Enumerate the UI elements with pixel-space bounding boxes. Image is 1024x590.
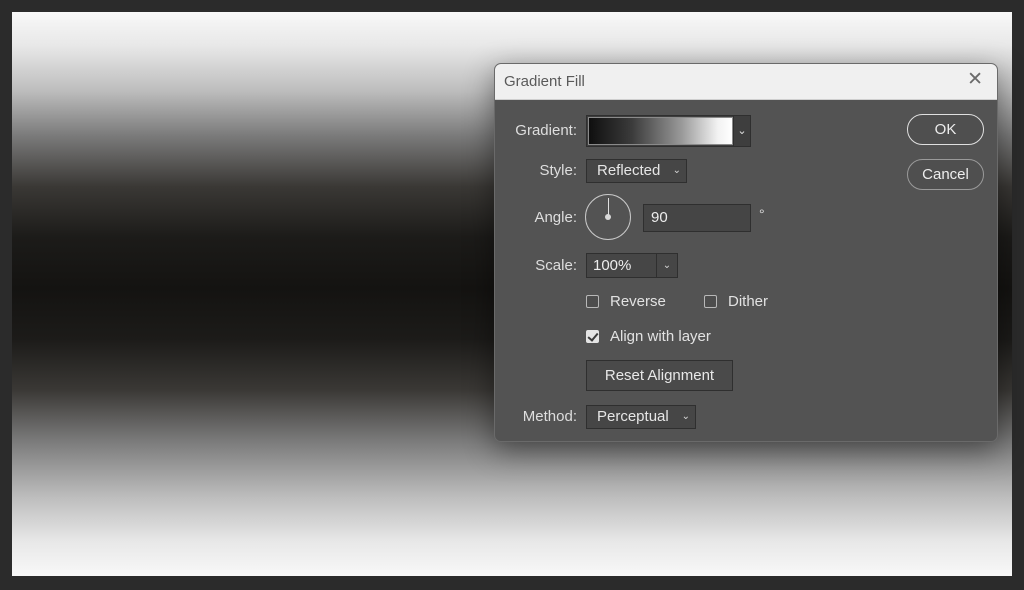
dialog-titlebar[interactable]: Gradient Fill ✕ (495, 64, 997, 100)
scale-label: Scale: (535, 257, 577, 274)
reverse-checkbox[interactable] (586, 295, 599, 308)
reverse-label: Reverse (610, 293, 666, 310)
close-icon[interactable]: ✕ (967, 70, 983, 90)
reset-alignment-button[interactable]: Reset Alignment (586, 360, 733, 391)
method-value: Perceptual (597, 408, 669, 425)
dialog-title: Gradient Fill (504, 73, 585, 90)
angle-dial[interactable] (585, 194, 631, 240)
style-dropdown[interactable]: Reflected ⌄ (586, 159, 687, 183)
dither-label: Dither (728, 293, 769, 310)
gradient-fill-dialog: Gradient Fill ✕ Gradient: ⌄ Style: Refle… (494, 63, 998, 442)
style-label: Style: (539, 162, 577, 179)
ok-button[interactable]: OK (907, 114, 984, 145)
method-label: Method: (522, 408, 577, 425)
gradient-swatch[interactable] (588, 117, 733, 145)
reverse-option[interactable]: Reverse (586, 293, 666, 310)
scale-input[interactable]: 100% (593, 255, 631, 276)
dither-option[interactable]: Dither (704, 293, 768, 310)
align-with-layer-checkbox[interactable] (586, 330, 599, 343)
chevron-down-icon[interactable]: ⌄ (656, 254, 677, 277)
app-window: Gradient Fill ✕ Gradient: ⌄ Style: Refle… (0, 0, 1024, 590)
scale-combo[interactable]: 100% ⌄ (586, 253, 678, 278)
angle-hub (605, 214, 611, 220)
chevron-down-icon[interactable]: ⌄ (733, 116, 750, 146)
chevron-down-icon: ⌄ (672, 165, 681, 176)
dither-checkbox[interactable] (704, 295, 717, 308)
style-value: Reflected (597, 162, 661, 179)
align-with-layer-option[interactable]: Align with layer (586, 328, 711, 345)
degree-unit: ° (759, 206, 765, 222)
method-dropdown[interactable]: Perceptual ⌄ (586, 405, 696, 429)
chevron-down-icon: ⌄ (681, 411, 690, 422)
gradient-label: Gradient: (515, 122, 577, 139)
gradient-picker[interactable]: ⌄ (586, 115, 751, 147)
align-with-layer-label: Align with layer (610, 328, 711, 345)
cancel-button[interactable]: Cancel (907, 159, 984, 190)
angle-input[interactable]: 90 (643, 204, 751, 232)
angle-label: Angle: (534, 209, 577, 226)
